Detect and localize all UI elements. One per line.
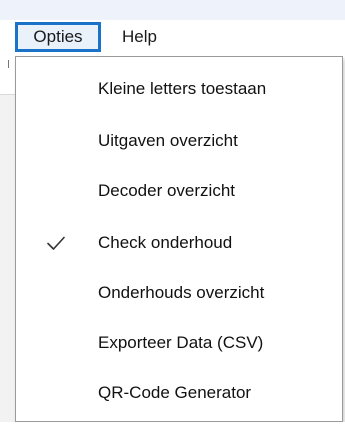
check-slot [44, 331, 68, 355]
menu-item-label: Kleine letters toestaan [98, 79, 267, 98]
splitter-handle [8, 60, 14, 68]
menu-item-onderhouds-overzicht[interactable]: Onderhouds overzicht [16, 271, 342, 315]
check-slot [44, 77, 68, 101]
check-slot [44, 179, 68, 203]
menu-help[interactable]: Help [116, 22, 163, 52]
check-slot [44, 129, 68, 153]
menu-opties[interactable]: Opties [15, 22, 101, 52]
check-icon [47, 236, 65, 250]
menu-item-label: Uitgaven overzicht [98, 131, 238, 150]
menu-item-label: QR-Code Generator [98, 383, 252, 402]
window-top-strip [0, 0, 345, 20]
menubar: Opties Help [0, 20, 345, 58]
menu-item-check-onderhoud[interactable]: Check onderhoud [16, 221, 342, 265]
menu-item-decoder-overzicht[interactable]: Decoder overzicht [16, 169, 342, 213]
opties-dropdown-menu: Kleine letters toestaan Uitgaven overzic… [15, 56, 343, 422]
menu-item-uitgaven-overzicht[interactable]: Uitgaven overzicht [16, 119, 342, 163]
menu-item-qr-code-generator[interactable]: QR-Code Generator [16, 371, 342, 415]
check-slot [44, 281, 68, 305]
menu-item-label: Check onderhoud [98, 233, 233, 252]
check-slot [44, 381, 68, 405]
menu-item-label: Exporteer Data (CSV) [98, 333, 264, 352]
menu-item-kleine-letters-toestaan[interactable]: Kleine letters toestaan [16, 67, 342, 111]
check-slot [44, 231, 68, 255]
menu-item-exporteer-data-csv[interactable]: Exporteer Data (CSV) [16, 321, 342, 365]
menu-item-label: Decoder overzicht [98, 181, 236, 200]
menu-item-label: Onderhouds overzicht [98, 283, 265, 302]
window-bottom-strip [0, 422, 345, 432]
window-content-area [0, 58, 15, 432]
